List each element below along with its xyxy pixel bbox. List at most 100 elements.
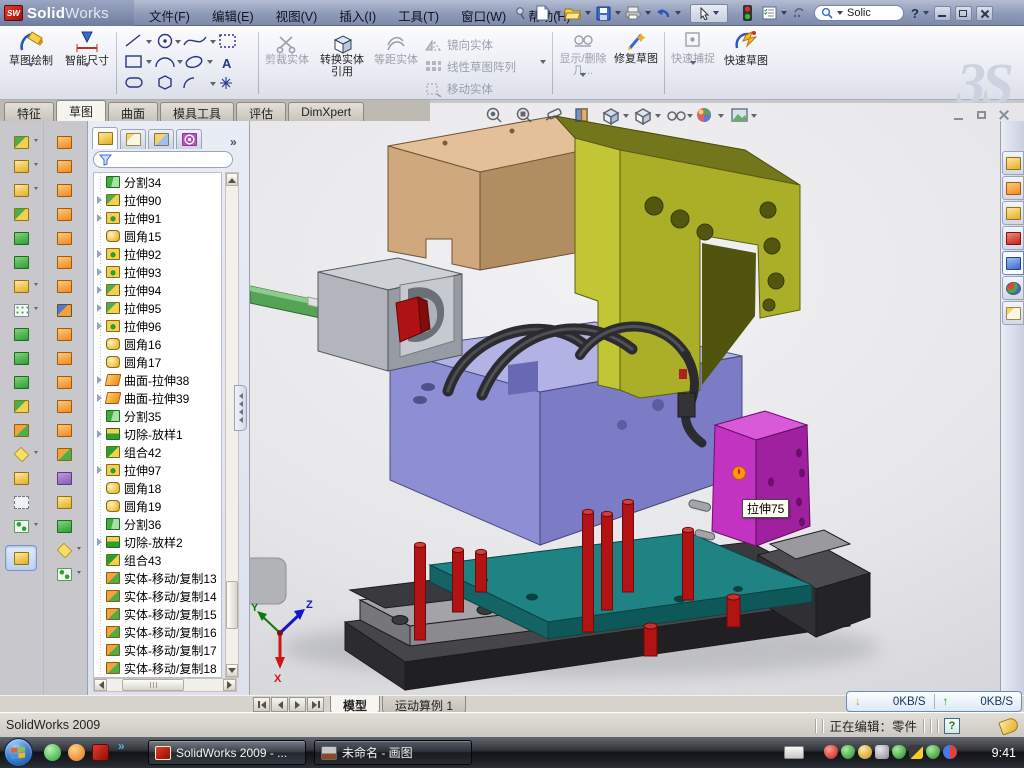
swept-surface-icon[interactable] — [51, 131, 77, 153]
featuremanager-tree-tab[interactable] — [92, 127, 118, 149]
ruled-surface-icon[interactable] — [51, 467, 77, 489]
combine-tool-icon[interactable] — [8, 395, 34, 417]
vertical-scroll-thumb[interactable] — [226, 581, 238, 629]
save-dropdown-icon[interactable] — [615, 11, 621, 18]
taskbar-task-1[interactable]: 未命名 - 画图 — [314, 740, 472, 765]
doc-tab-0[interactable]: 模型 — [330, 696, 380, 713]
planar-surface-icon[interactable] — [51, 275, 77, 297]
menu-item-3[interactable]: 插入(I) — [328, 4, 387, 22]
zoom-to-selection-icon[interactable] — [546, 108, 562, 120]
view-palette-tab[interactable] — [1002, 251, 1024, 275]
expander-icon[interactable] — [95, 303, 105, 313]
toolbar-overflow-icon[interactable] — [788, 4, 810, 23]
fillet-tool-icon[interactable] — [8, 179, 34, 201]
search-input[interactable]: Solic — [814, 5, 904, 21]
restore-button[interactable] — [955, 6, 972, 21]
sketch-button[interactable]: 草图绘制 — [4, 30, 58, 81]
knit-surface-icon[interactable] — [51, 299, 77, 321]
curve-tool-icon[interactable] — [8, 491, 34, 513]
zoom-area-icon[interactable] — [518, 109, 532, 123]
search-dropdown-icon[interactable] — [837, 11, 843, 18]
expander-icon[interactable] — [95, 375, 105, 385]
tree-item[interactable]: 实体-移动/复制16 — [94, 623, 221, 641]
split-tool-icon[interactable] — [8, 371, 34, 393]
print-icon[interactable] — [622, 4, 644, 23]
expander-icon[interactable] — [95, 213, 105, 223]
dropdown-arrow-icon[interactable] — [34, 307, 38, 312]
tree-item[interactable]: 拉伸92 — [94, 245, 221, 263]
update-tray-icon[interactable] — [858, 745, 872, 759]
volume-tray-icon[interactable] — [875, 745, 889, 759]
propertymanager-tab[interactable] — [120, 129, 146, 149]
lofted-boss-icon[interactable] — [8, 227, 34, 249]
dropdown-arrow-icon[interactable] — [34, 187, 38, 192]
help-dropdown-icon[interactable] — [923, 11, 929, 18]
expander-icon[interactable] — [95, 465, 105, 475]
appearances-scenes-tab[interactable] — [1002, 276, 1024, 300]
last-tab-icon[interactable] — [307, 697, 324, 712]
sketch-dropdown-icon[interactable] — [28, 63, 34, 84]
revolved-surface-icon[interactable] — [51, 155, 77, 177]
ribbon-tab-0[interactable]: 特征 — [4, 102, 54, 121]
quick-tips-icon[interactable]: ? — [944, 718, 960, 734]
ribbon-tab-4[interactable]: 评估 — [236, 102, 286, 121]
thicken-icon[interactable] — [51, 323, 77, 345]
tree-item[interactable]: 实体-移动/复制18 — [94, 659, 221, 677]
boundary-surface-icon[interactable] — [51, 203, 77, 225]
filled-surface-icon[interactable] — [51, 227, 77, 249]
scroll-up-icon[interactable] — [226, 173, 238, 186]
solidworks-resources-tab[interactable] — [1002, 151, 1024, 175]
display-style-icon[interactable] — [636, 109, 650, 124]
ribbon-tab-3[interactable]: 模具工具 — [160, 102, 234, 121]
convert-entities-button[interactable]: 转换实体引用 — [316, 34, 368, 78]
tree-item[interactable]: 曲面-拉伸38 — [94, 371, 221, 389]
tree-item[interactable]: 圆角17 — [94, 353, 221, 371]
offset-surface-icon[interactable] — [51, 251, 77, 273]
messenger-quicklaunch-icon[interactable] — [44, 744, 61, 761]
tree-item[interactable]: 拉伸96 — [94, 317, 221, 335]
reference-geometry-icon[interactable] — [8, 443, 34, 465]
new-file-icon[interactable] — [532, 4, 554, 23]
first-tab-icon[interactable] — [253, 697, 270, 712]
dropdown-arrow-icon[interactable] — [34, 451, 38, 456]
signal-tray-icon[interactable] — [892, 745, 906, 759]
tree-item[interactable]: 拉伸95 — [94, 299, 221, 317]
trim-surface-icon[interactable] — [51, 443, 77, 465]
extend-surface-icon[interactable] — [51, 395, 77, 417]
doc-restore-icon[interactable] — [973, 108, 989, 122]
dropdown-arrow-icon[interactable] — [34, 163, 38, 168]
ribbon-tab-1[interactable]: 草图 — [56, 100, 106, 121]
next-tab-icon[interactable] — [289, 697, 306, 712]
help-button[interactable]: ? — [908, 6, 922, 21]
network-speed-widget[interactable]: ↓0KB/S ↑0KB/S — [846, 691, 1022, 712]
dropdown-arrow-icon[interactable] — [34, 139, 38, 144]
rebuild-icon[interactable] — [736, 4, 758, 23]
hole-wizard-icon[interactable] — [8, 275, 34, 297]
doc-close-icon[interactable] — [996, 108, 1012, 122]
rib-tool-icon[interactable] — [8, 323, 34, 345]
swept-boss-icon[interactable] — [8, 203, 34, 225]
panel-overflow-chevron[interactable]: » — [230, 135, 237, 149]
bend-surface-icon[interactable] — [51, 347, 77, 369]
tree-horizontal-scrollbar[interactable] — [93, 678, 237, 692]
dropdown-arrow-icon[interactable] — [77, 547, 81, 552]
previous-tab-icon[interactable] — [271, 697, 288, 712]
extrude75-block[interactable] — [712, 411, 810, 546]
sketch-entities-grid[interactable]: A — [122, 32, 252, 97]
tree-item[interactable]: 曲面-拉伸39 — [94, 389, 221, 407]
appearances-icon[interactable] — [697, 108, 711, 122]
close-button[interactable] — [976, 6, 993, 21]
keyboard-tray-icon[interactable] — [784, 746, 804, 759]
repair-sketch-button[interactable]: 修复草图 — [612, 30, 660, 65]
tree-item[interactable]: 拉伸97 — [94, 461, 221, 479]
expander-icon[interactable] — [95, 321, 105, 331]
spline-tool-icon[interactable] — [8, 515, 34, 537]
menu-item-0[interactable]: 文件(F) — [138, 4, 201, 22]
expander-icon[interactable] — [95, 537, 105, 547]
expander-icon[interactable] — [95, 393, 105, 403]
tree-item[interactable]: 实体-移动/复制15 — [94, 605, 221, 623]
delete-face-icon[interactable] — [51, 371, 77, 393]
untrim-surface-icon[interactable] — [51, 419, 77, 441]
undo-dropdown-icon[interactable] — [675, 11, 681, 18]
horizontal-scroll-thumb[interactable] — [122, 679, 184, 691]
